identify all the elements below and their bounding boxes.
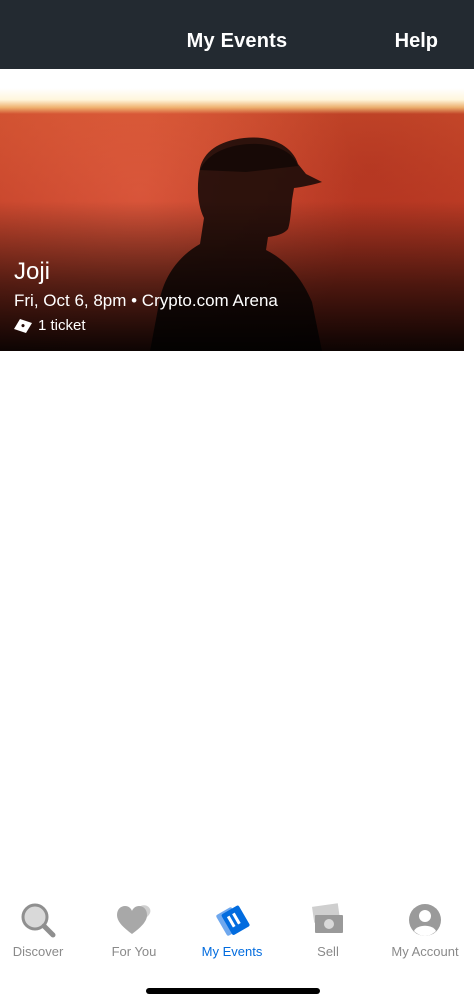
home-indicator[interactable] [146,988,320,994]
tab-sell[interactable]: Sell [280,900,376,959]
ticket-count-label: 1 ticket [38,317,86,334]
ticket-icon [14,318,32,333]
tab-my-account[interactable]: My Account [376,900,474,959]
top-navigation-bar: My Events Help [0,0,474,69]
event-card[interactable]: Joji Fri, Oct 6, 8pm • Crypto.com Arena … [0,88,464,351]
event-ticket-count: 1 ticket [14,317,86,334]
event-date-venue: Fri, Oct 6, 8pm • Crypto.com Arena [14,291,278,310]
heart-icon [117,905,151,934]
tickets-icon [216,905,250,936]
stage-light-glow [0,88,464,114]
money-icon [312,903,343,933]
account-icon [409,904,441,936]
bottom-tab-bar: Discover For You My Events Sell My Accou… [0,900,474,980]
tab-discover[interactable]: Discover [0,900,86,959]
event-title: Joji [14,258,51,285]
tab-label: Sell [317,944,339,959]
search-icon [21,903,56,938]
tab-label: My Events [201,944,263,959]
tab-for-you[interactable]: For You [86,900,182,959]
tab-label: My Account [391,944,459,959]
tab-label: Discover [12,944,64,959]
tab-my-events[interactable]: My Events [184,900,280,959]
tab-label: For You [111,944,157,959]
help-button[interactable]: Help [395,30,438,53]
